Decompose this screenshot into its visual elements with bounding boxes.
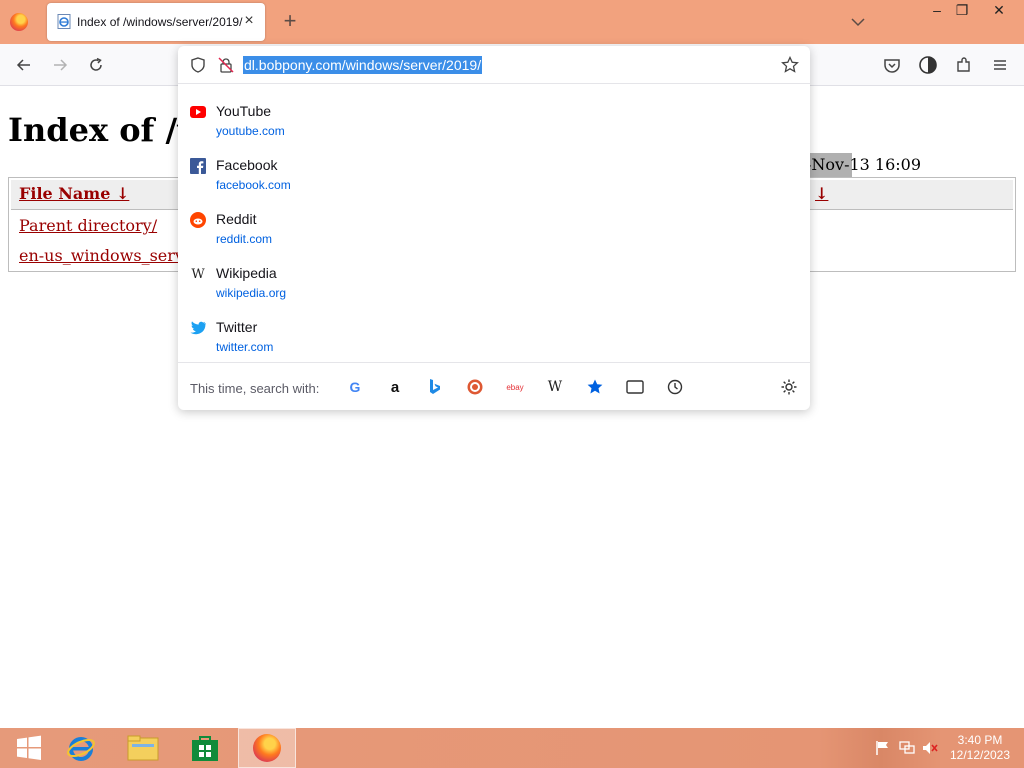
- firefox-taskbar[interactable]: [238, 728, 296, 768]
- action-center-flag-icon[interactable]: [874, 740, 892, 756]
- insecure-lock-icon[interactable]: [218, 57, 234, 73]
- suggestion-wikipedia[interactable]: W Wikipedia wikipedia.org: [178, 258, 810, 312]
- forward-button[interactable]: [48, 53, 72, 77]
- suggestion-url: wikipedia.org: [216, 286, 287, 300]
- arrow-left-icon: [16, 59, 30, 71]
- close-window-button[interactable]: ✕: [982, 0, 1016, 22]
- system-clock[interactable]: 3:40 PM 12/12/2023: [944, 733, 1016, 763]
- reddit-icon: [190, 212, 206, 228]
- browser-tab-bar: Index of /windows/server/2019/ × + – ❐ ✕: [0, 0, 1024, 44]
- store-icon: [192, 736, 218, 761]
- duckduckgo-icon[interactable]: [464, 376, 486, 398]
- search-with-label: This time, search with:: [190, 381, 320, 396]
- reload-button[interactable]: [84, 53, 108, 77]
- urlbar[interactable]: dl.bobpony.com/windows/server/2019/: [178, 46, 810, 84]
- url-input[interactable]: dl.bobpony.com/windows/server/2019/: [243, 56, 483, 74]
- suggestion-url: youtube.com: [216, 124, 285, 138]
- extensions-button[interactable]: [952, 53, 976, 77]
- suggestion-reddit[interactable]: Reddit reddit.com: [178, 204, 810, 258]
- restore-button[interactable]: ❐: [945, 0, 979, 22]
- suggestion-url: facebook.com: [216, 178, 291, 192]
- windows-taskbar: 3:40 PM 12/12/2023: [0, 728, 1024, 768]
- search-engine-row: This time, search with: G a ebay W: [178, 362, 810, 410]
- suggestion-url: reddit.com: [216, 232, 273, 246]
- chevron-down-icon[interactable]: [848, 12, 868, 32]
- bookmark-star-icon[interactable]: [781, 56, 799, 74]
- tabs-icon[interactable]: [624, 376, 646, 398]
- account-button[interactable]: [916, 53, 940, 77]
- amazon-icon[interactable]: a: [384, 376, 406, 398]
- folder-icon: [127, 735, 159, 761]
- menu-button[interactable]: [988, 53, 1012, 77]
- bookmarks-icon[interactable]: [584, 376, 606, 398]
- network-icon[interactable]: [898, 740, 916, 756]
- back-button[interactable]: [12, 53, 36, 77]
- shield-icon[interactable]: [190, 57, 206, 73]
- tab-active[interactable]: Index of /windows/server/2019/ ×: [47, 3, 265, 41]
- suggestion-facebook[interactable]: Facebook facebook.com: [178, 150, 810, 204]
- pocket-button[interactable]: [880, 53, 904, 77]
- file-link[interactable]: en-us_windows_serv: [19, 246, 184, 265]
- arrow-right-icon: [54, 59, 68, 71]
- twitter-icon: [190, 320, 206, 336]
- volume-muted-icon[interactable]: [921, 740, 939, 756]
- start-button[interactable]: [0, 728, 58, 768]
- wikipedia-icon: W: [191, 266, 205, 282]
- store-taskbar[interactable]: [176, 728, 234, 768]
- file-explorer-taskbar[interactable]: [114, 728, 172, 768]
- wikipedia-icon[interactable]: W: [544, 376, 566, 398]
- suggestion-title: Reddit: [216, 211, 257, 227]
- history-icon[interactable]: [664, 376, 686, 398]
- ie-document-icon: [57, 14, 71, 29]
- internet-explorer-taskbar[interactable]: [52, 728, 110, 768]
- suggestion-title: Facebook: [216, 157, 278, 173]
- new-tab-button[interactable]: +: [280, 10, 300, 32]
- youtube-icon: [190, 104, 206, 120]
- suggestion-title: YouTube: [216, 103, 272, 119]
- clock-time: 3:40 PM: [957, 733, 1003, 747]
- pocket-icon: [884, 59, 900, 73]
- puzzle-icon: [957, 57, 970, 72]
- google-icon[interactable]: G: [344, 376, 366, 398]
- suggestion-twitter[interactable]: Twitter twitter.com: [178, 312, 810, 366]
- file-date-rest: 13 16:09: [849, 155, 922, 174]
- file-date-highlighted: -Nov-: [806, 155, 850, 174]
- parent-directory-link[interactable]: Parent directory/: [19, 216, 157, 235]
- screen: Index of /windows/server/2019/ × + – ❐ ✕: [0, 0, 1024, 768]
- page-heading: Index of /w: [8, 111, 205, 149]
- firefox-icon[interactable]: [10, 13, 28, 31]
- facebook-icon: [190, 158, 206, 174]
- suggestion-title: Wikipedia: [216, 265, 277, 281]
- tab-title: Index of /windows/server/2019/: [77, 15, 243, 29]
- tab-close-icon[interactable]: ×: [241, 12, 257, 30]
- urlbar-dropdown: dl.bobpony.com/windows/server/2019/ YouT…: [178, 46, 810, 410]
- gear-icon[interactable]: [778, 376, 800, 398]
- suggestion-url: twitter.com: [216, 340, 274, 354]
- column-file-name[interactable]: File Name ↓: [19, 184, 129, 203]
- windows-logo-icon: [17, 735, 41, 760]
- internet-explorer-icon: [67, 737, 95, 761]
- reload-icon: [90, 57, 102, 71]
- account-icon: [919, 56, 937, 74]
- file-date: -Nov-13 16:09: [806, 155, 921, 174]
- firefox-icon: [253, 734, 281, 762]
- clock-date: 12/12/2023: [949, 748, 1011, 762]
- hamburger-menu-icon: [994, 60, 1006, 70]
- suggestion-title: Twitter: [216, 319, 258, 335]
- column-date-sort[interactable]: ↓: [815, 184, 828, 203]
- ebay-icon[interactable]: ebay: [504, 376, 526, 398]
- suggestion-youtube[interactable]: YouTube youtube.com: [178, 96, 810, 150]
- bing-icon[interactable]: [424, 376, 446, 398]
